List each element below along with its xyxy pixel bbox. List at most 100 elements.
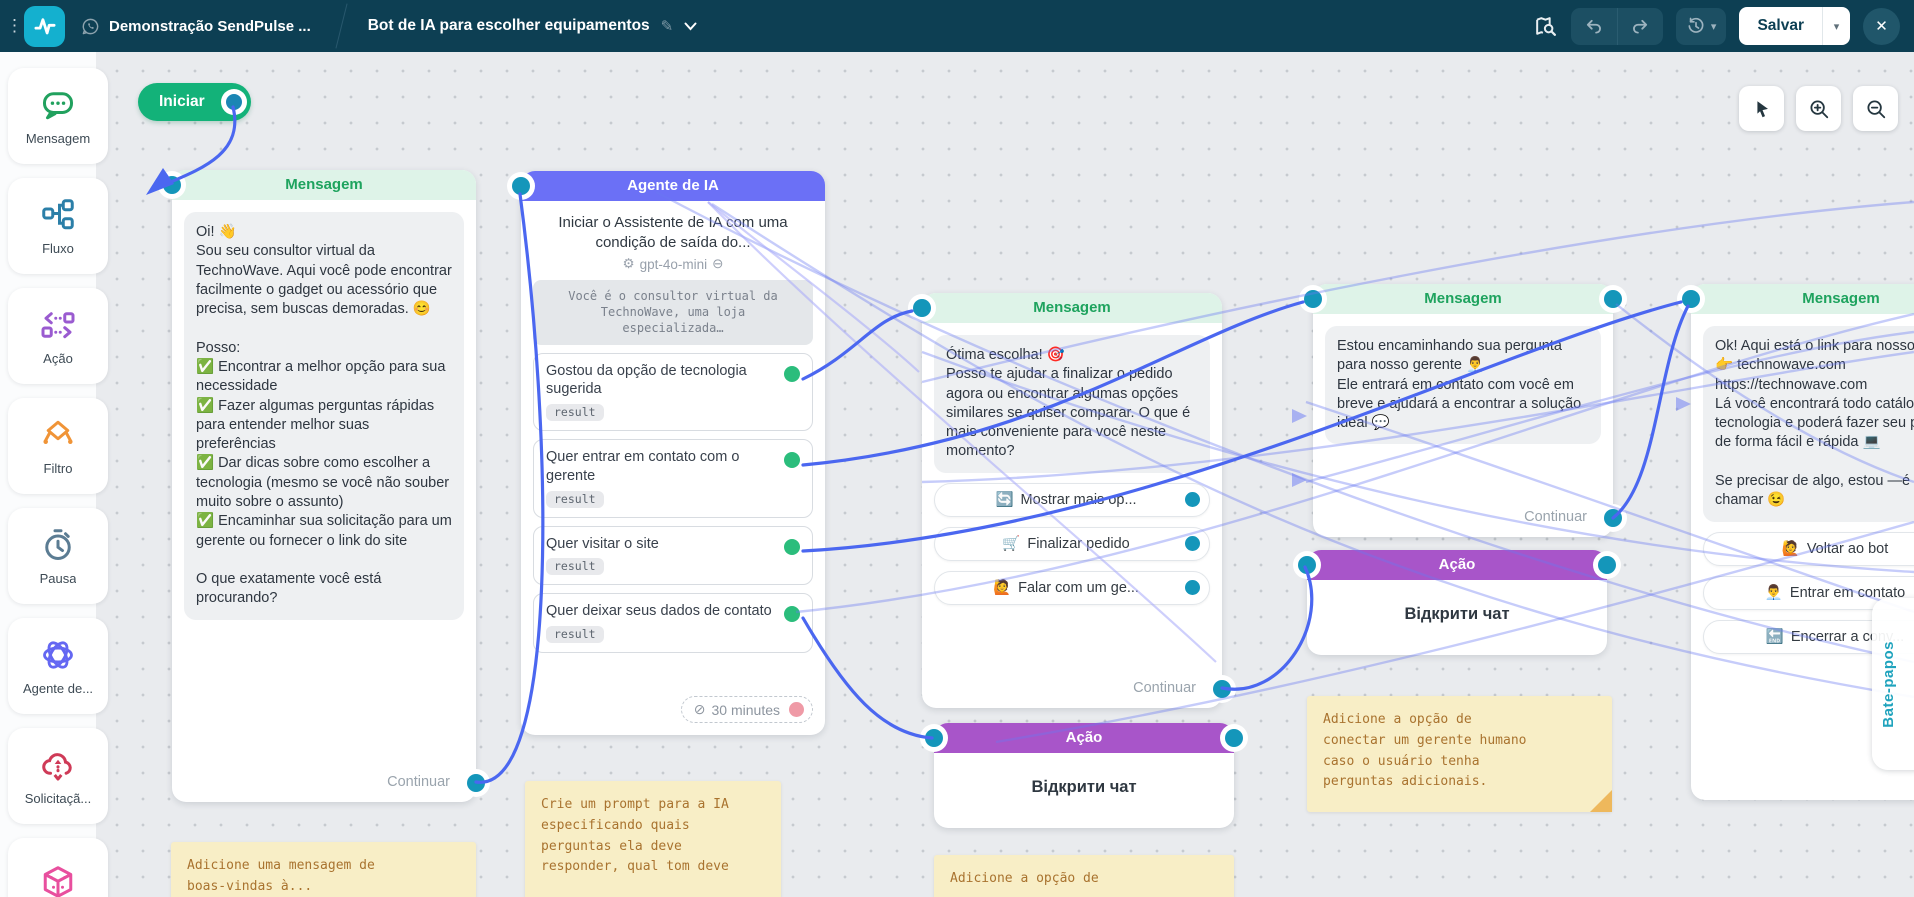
sidebar-item-fluxo[interactable]: Fluxo [8, 178, 108, 274]
timeout-label: 30 minutes [711, 701, 780, 718]
input-port[interactable] [913, 299, 931, 317]
sidebar-item-label: Mensagem [25, 130, 91, 146]
quick-reply-button[interactable]: 🔄 Mostrar mais op... [934, 482, 1210, 517]
save-button[interactable]: Salvar [1739, 7, 1822, 45]
sidebar-item-label: Pausa [39, 570, 77, 586]
condition-output-port[interactable] [784, 365, 800, 382]
output-port[interactable] [1598, 556, 1616, 574]
history-button[interactable]: ▾ [1675, 7, 1727, 45]
condition-label: Quer deixar seus dados de contato [546, 603, 772, 620]
edit-title-icon[interactable]: ✎ [661, 17, 674, 35]
edge-msg2-to-action2 [1220, 565, 1314, 691]
ai-exit-condition[interactable]: Quer entrar em contato com o gerente res… [533, 439, 813, 518]
quick-reply-button[interactable]: 🛒 Finalizar pedido [934, 526, 1210, 561]
node-header[interactable]: Mensagem [172, 170, 476, 200]
node-header[interactable]: Mensagem [1313, 284, 1613, 314]
node-header[interactable]: Agente de IA [521, 171, 825, 201]
message-text[interactable]: Oi! 👋 Sou seu consultor virtual da Techn… [184, 212, 464, 620]
chats-drawer-tab[interactable]: Bate-papos [1872, 598, 1914, 770]
sidebar-item-mensagem[interactable]: Mensagem [8, 68, 108, 164]
output-port[interactable] [467, 774, 485, 792]
sidebar-item-label: Filtro [43, 460, 73, 476]
button-output-port[interactable] [1185, 492, 1200, 508]
zoom-in-button[interactable] [1796, 86, 1841, 131]
topbar: ⋮ Demonstração SendPulse ... Bot de IA p… [0, 0, 1914, 52]
output-port[interactable] [1604, 509, 1622, 527]
condition-output-port[interactable] [784, 606, 800, 623]
ai-exit-condition[interactable]: Gostou da opção de tecnologia sugerida r… [533, 352, 813, 432]
sticky-note[interactable]: Crie um prompt para a IA especificando q… [525, 781, 781, 897]
node-action-open-chat[interactable]: Ação Відкрити чат [925, 723, 1243, 828]
message-text[interactable]: Ótima escolha! 🎯 Posso te ajudar a final… [934, 335, 1210, 473]
start-trigger[interactable]: Iniciar [138, 83, 251, 121]
quick-reply-button[interactable]: 🙋 Falar com um ge... [934, 570, 1210, 605]
chevron-down-icon[interactable] [684, 22, 697, 31]
output-port[interactable] [1604, 290, 1622, 308]
condition-label: Gostou da opção de tecnologia sugerida [546, 362, 747, 398]
ai-step-title[interactable]: Iniciar o Assistente de IA com uma condi… [533, 213, 813, 252]
node-header[interactable]: Ação [1307, 550, 1607, 580]
kebab-menu-icon[interactable]: ⋮ [6, 16, 23, 36]
node-header[interactable]: Mensagem [922, 293, 1222, 323]
pointer-tool-button[interactable] [1739, 86, 1784, 131]
sticky-note[interactable]: Adicione a opção de [934, 855, 1234, 897]
button-output-port[interactable] [1185, 536, 1200, 552]
output-port[interactable] [225, 94, 242, 110]
sidebar-item-label: Fluxo [42, 240, 74, 256]
sidebar-item-solicitacao[interactable]: Solicitaçã... [8, 728, 108, 824]
ai-exit-condition[interactable]: Quer deixar seus dados de contato result [533, 593, 813, 653]
topbar-actions: ▾ Salvar ▾ ✕ [1533, 7, 1900, 45]
sidebar-item-agente-de-ia[interactable]: Agente de... [8, 618, 108, 714]
node-header[interactable]: Mensagem [1691, 284, 1914, 314]
ai-timeout[interactable]: ⊘ 30 minutes [680, 696, 813, 723]
condition-output-port[interactable] [784, 452, 800, 469]
sticky-note[interactable]: Adicione a opção de conectar um gerente … [1307, 696, 1612, 812]
message-text[interactable]: Estou encaminhando sua pergunta para nos… [1325, 326, 1601, 445]
flow-canvas[interactable]: Adicione uma mensagem de boas-vindas à..… [96, 52, 1914, 897]
input-port[interactable] [1298, 556, 1316, 574]
node-header[interactable]: Ação [934, 723, 1234, 753]
timeout-output-port[interactable] [789, 702, 804, 717]
undo-redo-group [1570, 7, 1663, 45]
input-port[interactable] [512, 177, 530, 195]
sidebar-item-filtro[interactable]: Filtro [8, 398, 108, 494]
undo-button[interactable] [1571, 8, 1617, 45]
message-text[interactable]: Ok! Aqui está o link para nosso site: 👉 … [1703, 326, 1914, 522]
input-port[interactable] [163, 176, 181, 194]
condition-output-port[interactable] [784, 538, 800, 555]
zoom-in-icon [1809, 99, 1828, 118]
sidebar-item-random[interactable] [8, 838, 108, 897]
input-port[interactable] [1304, 290, 1322, 308]
end-arrow-icon: 🔚 [1765, 629, 1784, 646]
button-label: Voltar ao bot [1806, 540, 1889, 557]
button-output-port[interactable] [1185, 580, 1200, 596]
input-port[interactable] [1682, 290, 1700, 308]
sidebar-item-pausa[interactable]: Pausa [8, 508, 108, 604]
ai-model-row[interactable]: ⚙ gpt-4o-mini ⊖ [533, 256, 813, 272]
map-search-icon [1536, 16, 1556, 36]
quick-reply-button[interactable]: 🙋 Voltar ao bot [1703, 531, 1914, 566]
output-port[interactable] [1225, 729, 1243, 747]
input-port[interactable] [925, 729, 943, 747]
node-action-open-chat[interactable]: Ação Відкрити чат [1298, 550, 1616, 655]
sendpulse-logo[interactable] [24, 5, 65, 47]
sticky-note[interactable]: Adicione uma mensagem de boas-vindas à..… [171, 842, 476, 897]
sidebar-item-acao[interactable]: Ação [8, 288, 108, 384]
output-port[interactable] [1213, 680, 1231, 698]
node-message-choice[interactable]: Mensagem Ótima escolha! 🎯 Posso te ajuda… [913, 293, 1231, 708]
api-request-icon [42, 752, 72, 781]
breadcrumb-channel[interactable]: Demonstração SendPulse ... [81, 17, 311, 36]
ai-exit-condition[interactable]: Quer visitar o site result [533, 525, 813, 586]
node-message-welcome[interactable]: Mensagem Oi! 👋 Sou seu consultor virtual… [163, 170, 485, 802]
minimap-search-button[interactable] [1533, 14, 1558, 39]
raising-hand-icon: 🙋 [993, 580, 1012, 597]
redo-button[interactable] [1616, 7, 1663, 45]
ai-prompt-preview[interactable]: Você é o consultor virtual da TechnoWave… [533, 280, 813, 345]
node-message-manager[interactable]: Mensagem Estou encaminhando sua pergunta… [1304, 284, 1622, 537]
remove-model-icon[interactable]: ⊖ [712, 256, 723, 272]
save-caret-button[interactable]: ▾ [1822, 7, 1850, 45]
close-button[interactable]: ✕ [1863, 7, 1900, 45]
node-ai-agent[interactable]: Agente de IA Iniciar o Assistente de IA … [512, 171, 825, 735]
pause-icon [45, 528, 71, 560]
zoom-out-button[interactable] [1853, 86, 1898, 131]
